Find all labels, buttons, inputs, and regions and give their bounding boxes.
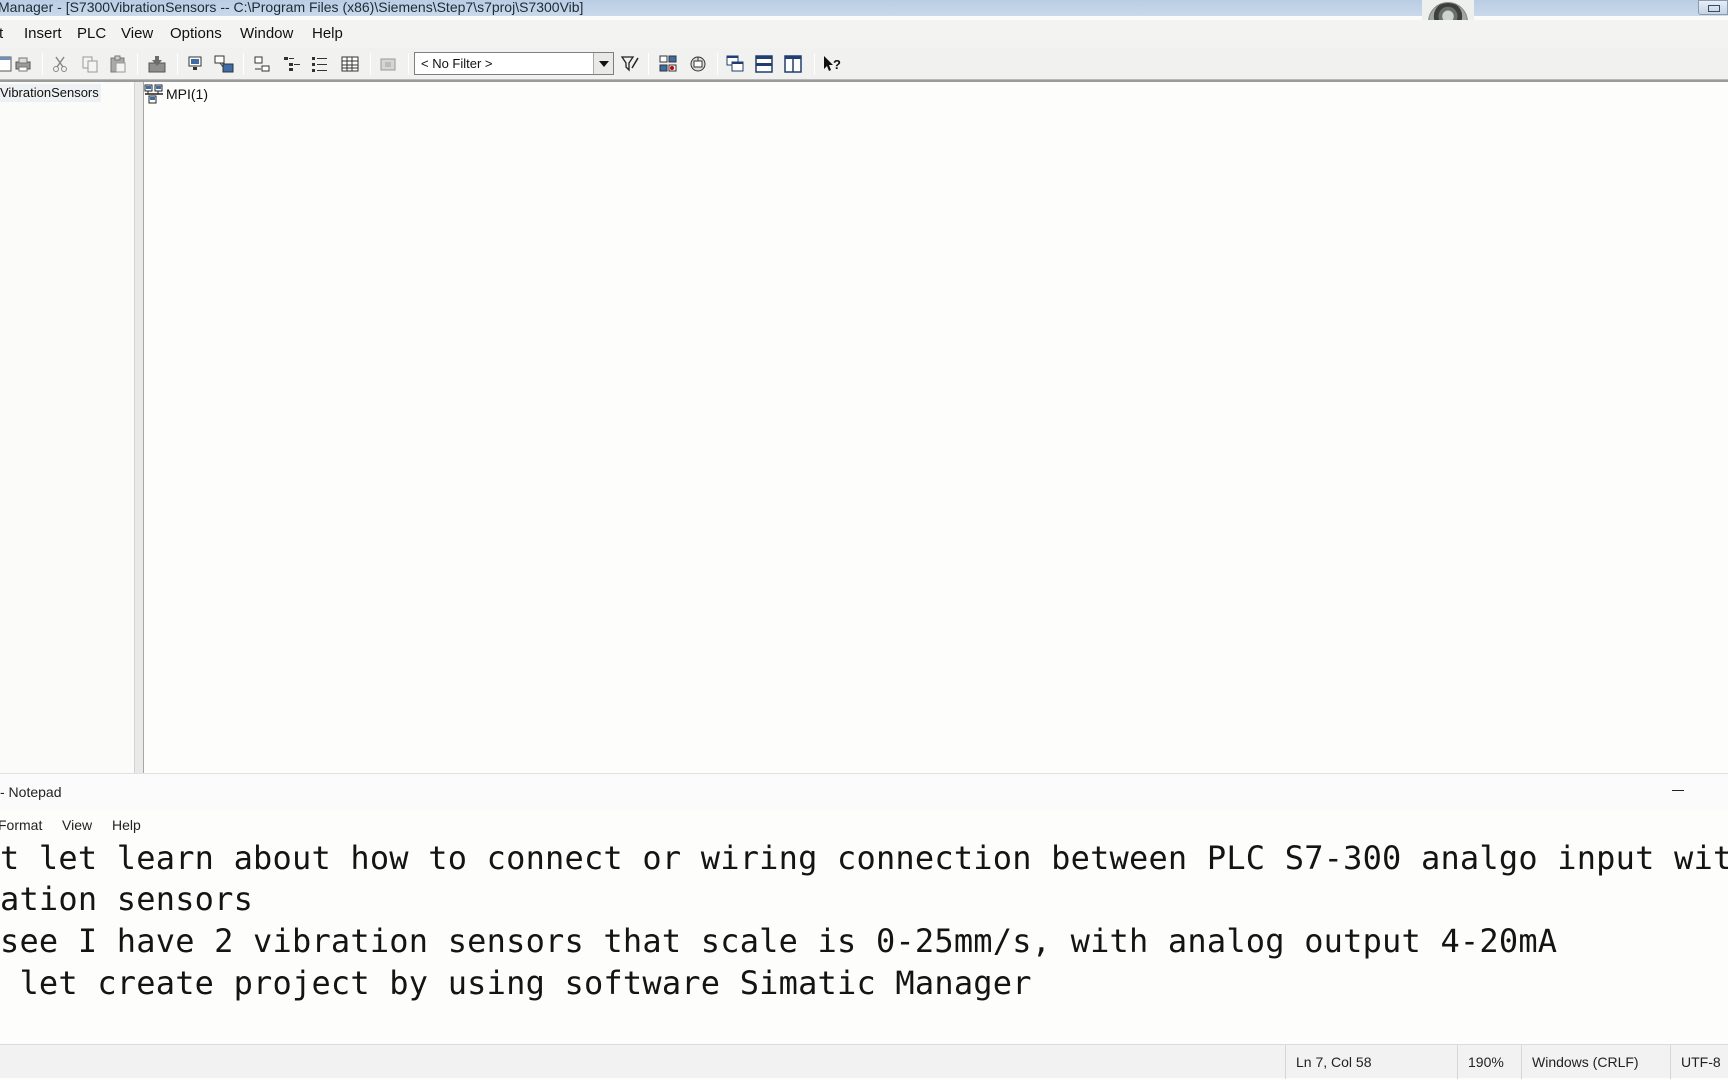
download-icon[interactable] — [146, 53, 168, 75]
menu-edit[interactable]: t — [0, 25, 3, 42]
print-icon[interactable] — [12, 53, 34, 75]
simatic-toolbar: ? — [0, 48, 1728, 80]
simulation-icon[interactable] — [657, 53, 679, 75]
toolbar-separator — [42, 53, 43, 75]
minimize-button[interactable] — [1668, 780, 1688, 800]
network-icon — [144, 84, 163, 104]
toolbar-separator — [370, 53, 371, 75]
up-one-level-icon[interactable] — [377, 53, 399, 75]
toolbar-separator — [177, 53, 178, 75]
tile-vertical-icon[interactable] — [782, 53, 804, 75]
configure-network-icon[interactable] — [687, 53, 709, 75]
filter-icon[interactable] — [619, 53, 641, 75]
cut-icon[interactable] — [49, 53, 71, 75]
menu-help[interactable]: Help — [112, 817, 141, 833]
simatic-manager-window: Manager - [S7300VibrationSensors -- C:\P… — [0, 0, 1728, 773]
line-ending: Windows (CRLF) — [1521, 1045, 1661, 1079]
small-icons-icon[interactable] — [281, 53, 303, 75]
text-line: see I have 2 vibration sensors that scal… — [0, 922, 1558, 960]
chevron-down-icon[interactable] — [593, 53, 613, 74]
help-icon[interactable]: ? — [821, 53, 843, 75]
encoding: UTF-8 — [1670, 1045, 1728, 1079]
menu-format[interactable]: Format — [0, 817, 42, 833]
toolbar-separator — [408, 53, 409, 75]
object-filter-select[interactable]: < No Filter > — [414, 52, 614, 75]
online-icon[interactable] — [184, 53, 206, 75]
menu-window[interactable]: Window — [240, 25, 293, 42]
tile-horizontal-icon[interactable] — [753, 53, 775, 75]
simatic-menu-bar: t Insert PLC View Options Window Help — [0, 20, 1728, 48]
text-line: let create project by using software Sim… — [0, 964, 1032, 1002]
object-filter-value: < No Filter > — [421, 56, 493, 71]
cursor-position: Ln 7, Col 58 — [1285, 1045, 1455, 1079]
menu-view[interactable]: View — [121, 25, 153, 42]
menu-view[interactable]: View — [62, 817, 92, 833]
list-icon[interactable] — [309, 53, 331, 75]
object-item-mpi[interactable]: MPI(1) — [144, 84, 208, 104]
paste-icon[interactable] — [107, 53, 129, 75]
offline-icon[interactable] — [213, 53, 235, 75]
menu-insert[interactable]: Insert — [24, 25, 62, 42]
details-icon[interactable] — [339, 53, 361, 75]
text-line: ation sensors — [0, 880, 254, 918]
object-item-label: MPI(1) — [166, 86, 208, 102]
toolbar-separator — [717, 53, 718, 75]
cascade-icon[interactable] — [724, 53, 746, 75]
toolbar-separator — [137, 53, 138, 75]
notepad-title-bar[interactable]: - Notepad — [0, 774, 1728, 810]
copy-icon[interactable] — [79, 53, 101, 75]
object-pane: MPI(1) — [144, 82, 1728, 773]
tree-item-project[interactable]: VibrationSensors — [0, 84, 101, 102]
text-line: t let learn about how to connect or wiri… — [0, 839, 1728, 877]
zoom-level: 190% — [1457, 1045, 1529, 1079]
notepad-status-bar: Ln 7, Col 58 190% Windows (CRLF) UTF-8 — [0, 1044, 1728, 1079]
simatic-window-title: Manager - [S7300VibrationSensors -- C:\P… — [0, 0, 584, 15]
notepad-window-title: - Notepad — [0, 784, 62, 800]
menu-help[interactable]: Help — [312, 25, 343, 42]
large-icons-icon[interactable] — [251, 53, 273, 75]
menu-options[interactable]: Options — [170, 25, 222, 42]
notepad-window: - Notepad Format View Help t let learn a… — [0, 773, 1728, 1080]
notepad-text-area[interactable]: t let learn about how to connect or wiri… — [0, 838, 1728, 1018]
toolbar-separator — [648, 53, 649, 75]
notepad-menu-bar: Format View Help — [0, 810, 1728, 838]
restore-window-button[interactable] — [1698, 0, 1728, 15]
toolbar-separator — [243, 53, 244, 75]
toolbar-separator — [814, 53, 815, 75]
project-tree-pane: VibrationSensors — [0, 82, 134, 773]
pane-splitter[interactable] — [134, 82, 144, 773]
svg-text:?: ? — [833, 57, 841, 72]
menu-plc[interactable]: PLC — [77, 25, 106, 42]
